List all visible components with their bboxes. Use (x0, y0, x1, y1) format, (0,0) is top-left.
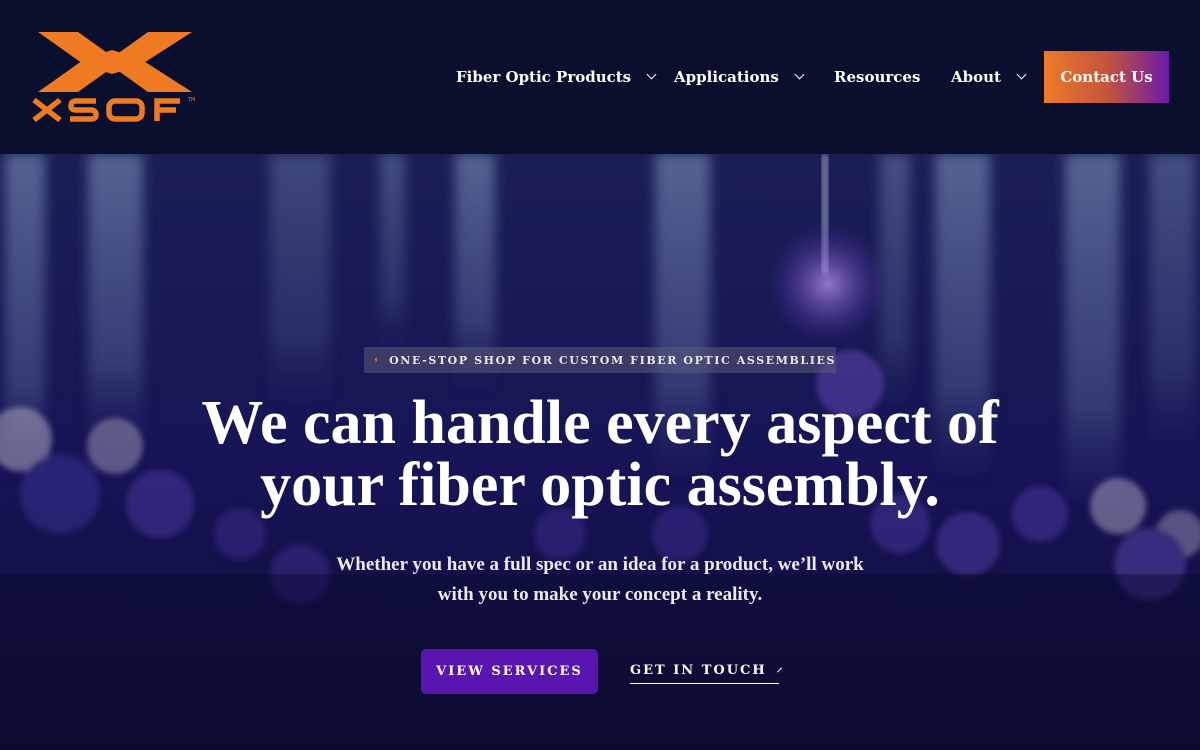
nav-item-resources[interactable]: Resources (834, 51, 920, 103)
eyebrow-text: ONE-STOP SHOP FOR CUSTOM FIBER OPTIC ASS… (389, 353, 836, 367)
view-services-button[interactable]: VIEW SERVICES (421, 649, 598, 694)
nav-item-label: About (951, 68, 1001, 86)
get-in-touch-label: GET IN TOUCH (630, 662, 767, 678)
site-header: TM Fiber Optic Products Applications Res… (0, 0, 1200, 154)
hero-section: ONE-STOP SHOP FOR CUSTOM FIBER OPTIC ASS… (0, 154, 1200, 750)
get-in-touch-link[interactable]: GET IN TOUCH (630, 657, 782, 684)
headline-line-1: We can handle every aspect of (201, 389, 999, 457)
main-nav: Fiber Optic Products Applications Resour… (0, 51, 1200, 103)
nav-item-label: Applications (674, 68, 779, 86)
lightning-bolt-icon (374, 356, 378, 364)
nav-item-applications[interactable]: Applications (674, 51, 805, 103)
subtext-line-2: with you to make your concept a reality. (437, 584, 763, 605)
hero-headline: We can handle every aspect of your fiber… (100, 392, 1100, 516)
chevron-down-icon (1016, 69, 1027, 80)
chevron-down-icon (646, 69, 657, 80)
nav-item-label: Resources (834, 68, 921, 86)
subtext-line-1: Whether you have a full spec or an idea … (336, 554, 864, 575)
nav-item-about[interactable]: About (951, 51, 1027, 103)
contact-us-button[interactable]: Contact Us (1044, 51, 1169, 103)
nav-item-fiber-optic-products[interactable]: Fiber Optic Products (456, 51, 657, 103)
nav-item-label: Fiber Optic Products (456, 68, 632, 86)
eyebrow-badge: ONE-STOP SHOP FOR CUSTOM FIBER OPTIC ASS… (364, 347, 836, 373)
headline-line-2: your fiber optic assembly. (260, 451, 940, 519)
chevron-down-icon (794, 69, 805, 80)
hero-subtext: Whether you have a full spec or an idea … (300, 550, 900, 610)
